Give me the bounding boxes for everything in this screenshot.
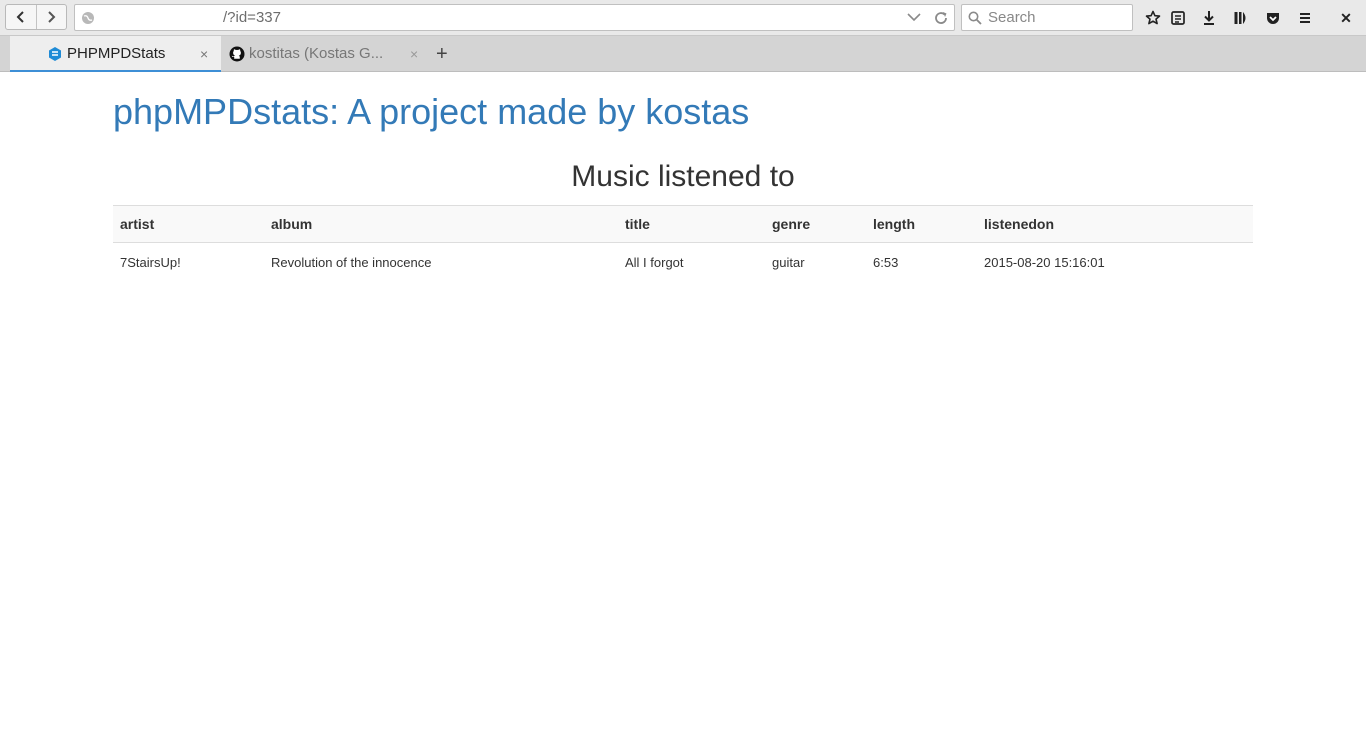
reading-list-icon[interactable] [1169,9,1187,27]
tab-strip: PHPMPDStats × kostitas (Kostas G... × + [0,36,1366,72]
music-table: artist album title genre length listened… [113,205,1253,281]
hexagon-favicon-icon [49,47,61,61]
forward-button[interactable] [35,5,67,29]
reload-icon[interactable] [933,10,949,26]
chevron-down-icon[interactable] [907,12,921,22]
column-header-length: length [866,205,977,243]
section-title: Music listened to [571,160,795,193]
back-button[interactable] [6,5,36,29]
cell-artist: 7StairsUp! [120,254,181,270]
tab-close-icon[interactable]: × [200,47,208,61]
cell-length: 6:53 [873,254,899,270]
github-icon [229,46,245,62]
search-icon [968,11,982,25]
site-identity-icon[interactable] [81,11,95,25]
browser-toolbar: /?id=337 ✕ [0,0,1366,36]
url-bar[interactable]: /?id=337 [74,4,955,31]
library-icon[interactable] [1232,9,1250,27]
menu-icon[interactable] [1296,9,1314,27]
column-header-title: title [618,205,765,243]
search-input[interactable] [988,7,1128,28]
tab-title: PHPMPDStats [67,45,166,62]
url-redaction [105,8,223,28]
tab-phpmpdstats[interactable]: PHPMPDStats × [10,36,221,72]
cell-genre: guitar [772,254,805,270]
downloads-icon[interactable] [1200,9,1218,27]
column-header-listenedon: listenedon [977,205,1253,243]
tab-github-kostitas[interactable]: kostitas (Kostas G... × [222,36,428,72]
window-close-icon[interactable]: ✕ [1337,9,1355,27]
new-tab-button[interactable]: + [436,44,448,64]
cell-title: All I forgot [625,254,684,270]
nav-buttons [5,4,67,30]
column-header-album: album [264,205,618,243]
page-title: phpMPDstats: A project made by kostas [113,91,750,132]
table-header-row: artist album title genre length listened… [113,205,1253,243]
column-header-artist: artist [113,205,264,243]
table-row: 7StairsUp! Revolution of the innocence A… [113,243,1253,282]
url-text[interactable]: /?id=337 [223,9,281,26]
back-arrow-icon [16,11,24,23]
forward-arrow-icon [48,11,56,23]
tab-close-icon[interactable]: × [410,47,418,61]
column-header-genre: genre [765,205,866,243]
bookmark-star-icon[interactable] [1144,9,1162,27]
search-bar[interactable] [961,4,1133,31]
pocket-icon[interactable] [1264,9,1282,27]
cell-album: Revolution of the innocence [271,254,432,270]
tab-title: kostitas (Kostas G... [249,45,384,62]
cell-listenedon: 2015-08-20 15:16:01 [984,254,1105,270]
